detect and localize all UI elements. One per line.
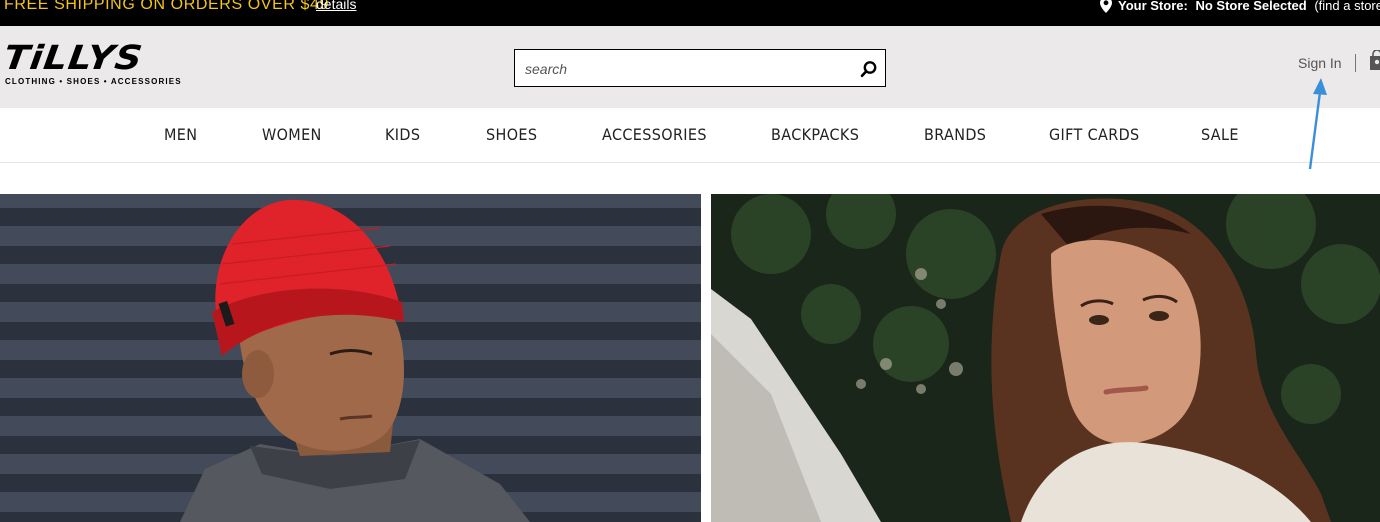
annotation-arrow-icon	[1308, 78, 1327, 170]
header-divider	[1355, 54, 1356, 72]
site-header: TiLLYS CLOTHING • SHOES • ACCESSORIES Si…	[0, 26, 1380, 108]
promo-text: FREE SHIPPING ON ORDERS OVER $49	[4, 0, 330, 13]
sign-in-link[interactable]: Sign In	[1298, 55, 1342, 71]
nav-item-backpacks[interactable]: BACKPACKS	[771, 125, 859, 144]
promo-details-link[interactable]: details	[316, 0, 356, 12]
tillys-logo[interactable]: TiLLYS CLOTHING • SHOES • ACCESSORIES	[1, 38, 212, 88]
find-store-link[interactable]: (find a store)	[1314, 0, 1380, 13]
hero-men-image[interactable]	[0, 194, 701, 522]
nav-item-accessories[interactable]: ACCESSORIES	[602, 125, 707, 144]
shopping-bag-icon[interactable]	[1370, 49, 1380, 70]
search-icon[interactable]	[860, 60, 878, 78]
nav-item-women[interactable]: WOMEN	[262, 125, 322, 144]
promo-bar: FREE SHIPPING ON ORDERS OVER $49 details…	[0, 0, 1380, 26]
nav-item-men[interactable]: MEN	[164, 125, 197, 144]
logo-wordmark: TiLLYS	[1, 38, 146, 77]
main-navigation: MEN WOMEN KIDS SHOES ACCESSORIES BACKPAC…	[0, 108, 1380, 163]
search-input[interactable]	[523, 58, 847, 80]
nav-item-shoes[interactable]: SHOES	[486, 125, 537, 144]
store-value: No Store Selected	[1195, 0, 1307, 13]
nav-item-sale[interactable]: SALE	[1201, 125, 1239, 144]
logo-tagline: CLOTHING • SHOES • ACCESSORIES	[5, 77, 182, 86]
store-selector[interactable]: Your Store: No Store Selected (find a st…	[1100, 0, 1380, 16]
store-label: Your Store:	[1118, 0, 1188, 13]
nav-item-gift-cards[interactable]: GIFT CARDS	[1049, 125, 1140, 144]
location-pin-icon	[1100, 0, 1112, 16]
hero-women-image[interactable]	[711, 194, 1380, 522]
nav-item-kids[interactable]: KIDS	[385, 125, 420, 144]
nav-item-brands[interactable]: BRANDS	[924, 125, 986, 144]
search-box	[514, 49, 886, 87]
